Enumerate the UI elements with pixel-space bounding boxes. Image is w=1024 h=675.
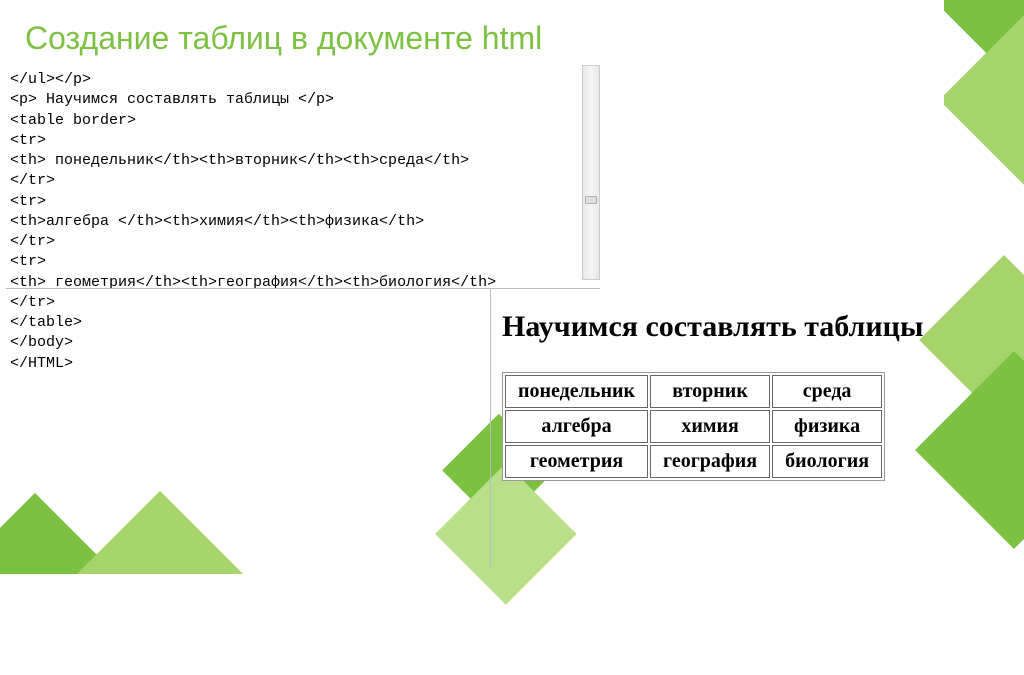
decoration-bottom-left xyxy=(0,484,400,574)
table-cell: понедельник xyxy=(505,375,648,408)
table-cell: химия xyxy=(650,410,770,443)
table-row: понедельник вторник среда xyxy=(505,375,882,408)
code-line: <tr> xyxy=(10,131,580,151)
code-line: </HTML> xyxy=(10,354,580,374)
code-line: </tr> xyxy=(10,171,580,191)
decoration-top-right xyxy=(944,0,1024,200)
code-line: <tr> xyxy=(10,252,580,272)
table-cell: физика xyxy=(772,410,882,443)
code-line: <tr> xyxy=(10,192,580,212)
rendered-heading: Научимся составлять таблицы xyxy=(496,310,976,344)
table-cell: алгебра xyxy=(505,410,648,443)
code-line: </body> xyxy=(10,333,580,353)
code-line: </ul></p> xyxy=(10,70,580,90)
table-row: геометрия география биология xyxy=(505,445,882,478)
table-row: алгебра химия физика xyxy=(505,410,882,443)
table-cell: вторник xyxy=(650,375,770,408)
code-block: </ul></p> <p> Научимся составлять таблиц… xyxy=(10,70,580,374)
slide-title: Создание таблиц в документе html xyxy=(25,20,542,57)
scrollbar-thumb[interactable] xyxy=(585,196,597,204)
scrollbar[interactable] xyxy=(582,65,600,280)
vertical-divider xyxy=(490,288,491,568)
code-line: <table border> xyxy=(10,111,580,131)
horizontal-divider xyxy=(6,288,600,289)
code-line: <th> геометрия</th><th>география</th><th… xyxy=(10,273,580,293)
code-line: </tr> xyxy=(10,293,580,313)
table-cell: среда xyxy=(772,375,882,408)
rendered-table: понедельник вторник среда алгебра химия … xyxy=(502,372,885,481)
rendered-output: Научимся составлять таблицы понедельник … xyxy=(496,310,976,481)
code-line: </table> xyxy=(10,313,580,333)
code-line: <p> Научимся составлять таблицы </p> xyxy=(10,90,580,110)
table-cell: география xyxy=(650,445,770,478)
code-line: </tr> xyxy=(10,232,580,252)
code-line: <th> понедельник</th><th>вторник</th><th… xyxy=(10,151,580,171)
table-cell: биология xyxy=(772,445,882,478)
table-cell: геометрия xyxy=(505,445,648,478)
code-line: <th>алгебра </th><th>химия</th><th>физик… xyxy=(10,212,580,232)
